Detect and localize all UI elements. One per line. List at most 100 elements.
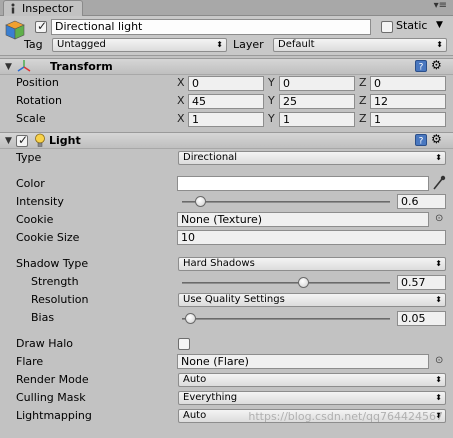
intensity-slider-thumb[interactable]	[195, 196, 207, 207]
strength-slider-track[interactable]	[182, 282, 390, 284]
bias-slider-thumb[interactable]	[184, 313, 196, 324]
tab-inspector[interactable]: Inspector	[3, 0, 83, 16]
dropdown-arrow-icon: ⬍	[435, 259, 442, 268]
object-picker-icon[interactable]: ⊙	[435, 355, 443, 366]
scale-label: Scale	[16, 112, 46, 125]
check-icon: ✓	[37, 19, 48, 33]
svg-text:?: ?	[419, 63, 424, 73]
culling-mask-label: Culling Mask	[16, 391, 86, 404]
position-z-field[interactable]: 0	[370, 76, 446, 91]
tag-dropdown[interactable]: Untagged ⬍	[52, 38, 227, 52]
strength-label: Strength	[31, 275, 79, 288]
object-name-field[interactable]: Directional light	[51, 19, 371, 35]
render-mode-value: Auto	[183, 374, 207, 385]
light-bulb-icon	[35, 133, 45, 147]
foldout-arrow-icon[interactable]: ▼	[5, 136, 12, 146]
cookie-size-field[interactable]: 10	[177, 230, 446, 245]
dropdown-arrow-icon: ⬍	[435, 153, 442, 162]
light-title: Light	[49, 134, 81, 147]
settings-gear-icon[interactable]: ⚙	[431, 58, 442, 72]
render-mode-dropdown[interactable]: Auto ⬍	[178, 373, 446, 387]
check-icon: ✓	[18, 133, 29, 147]
flare-label: Flare	[16, 355, 44, 368]
rotation-label: Rotation	[16, 94, 63, 107]
color-swatch[interactable]	[177, 176, 429, 191]
panel-menu-icon[interactable]: ▾≡	[434, 0, 447, 11]
inspector-icon	[11, 3, 15, 14]
dropdown-arrow-icon: ⬍	[435, 393, 442, 402]
axis-z-label: Z	[359, 94, 367, 107]
tab-bar: Inspector ▾≡	[0, 0, 453, 16]
resolution-dropdown[interactable]: Use Quality Settings ⬍	[178, 293, 446, 307]
object-picker-icon[interactable]: ⊙	[435, 213, 443, 224]
flare-field[interactable]: None (Flare)	[177, 354, 429, 369]
light-enabled-checkbox[interactable]: ✓	[16, 133, 29, 147]
static-checkbox[interactable]	[381, 21, 393, 33]
layer-dropdown[interactable]: Default ⬍	[273, 38, 447, 52]
dropdown-arrow-icon: ⬍	[436, 40, 443, 49]
culling-mask-dropdown[interactable]: Everything ⬍	[178, 391, 446, 405]
culling-mask-value: Everything	[183, 392, 238, 403]
eyedropper-icon[interactable]	[432, 175, 446, 191]
color-label: Color	[16, 177, 45, 190]
watermark-text: https://blog.csdn.net/qq764424567	[248, 410, 443, 423]
axis-x-label: X	[177, 76, 185, 89]
active-checkbox[interactable]: ✓	[35, 19, 48, 33]
intensity-label: Intensity	[16, 195, 64, 208]
rotation-z-field[interactable]: 12	[370, 94, 446, 109]
shadow-type-dropdown[interactable]: Hard Shadows ⬍	[178, 257, 446, 271]
static-dropdown-arrow-icon[interactable]: ▼	[436, 20, 443, 30]
intensity-slider-track[interactable]	[182, 201, 390, 203]
scale-z-field[interactable]: 1	[370, 112, 446, 127]
cookie-field[interactable]: None (Texture)	[177, 212, 429, 227]
dropdown-arrow-icon: ⬍	[435, 295, 442, 304]
lightmapping-label: Lightmapping	[16, 409, 92, 422]
strength-field[interactable]: 0.57	[397, 275, 446, 290]
type-label: Type	[16, 151, 42, 164]
help-icon[interactable]: ?	[415, 134, 427, 146]
transform-axes-icon	[17, 60, 31, 72]
shadow-type-value: Hard Shadows	[183, 258, 255, 269]
draw-halo-checkbox[interactable]	[178, 338, 190, 350]
axis-z-label: Z	[359, 112, 367, 125]
position-y-field[interactable]: 0	[279, 76, 355, 91]
render-mode-label: Render Mode	[16, 373, 89, 386]
settings-gear-icon[interactable]: ⚙	[431, 132, 442, 146]
cookie-size-label: Cookie Size	[16, 231, 80, 244]
scale-y-field[interactable]: 1	[279, 112, 355, 127]
dropdown-arrow-icon: ⬍	[216, 40, 223, 49]
static-label: Static	[396, 19, 428, 32]
axis-y-label: Y	[268, 76, 275, 89]
layer-label: Layer	[233, 38, 264, 51]
rotation-y-field[interactable]: 25	[279, 94, 355, 109]
position-label: Position	[16, 76, 59, 89]
svg-text:?: ?	[419, 137, 424, 147]
tag-value: Untagged	[57, 39, 106, 50]
strength-slider-thumb[interactable]	[298, 277, 310, 288]
intensity-field[interactable]: 0.6	[397, 194, 446, 209]
help-icon[interactable]: ?	[415, 60, 427, 72]
lightmapping-value: Auto	[183, 410, 207, 421]
rotation-x-field[interactable]: 45	[188, 94, 264, 109]
draw-halo-label: Draw Halo	[16, 337, 74, 350]
bias-label: Bias	[31, 311, 55, 324]
bias-field[interactable]: 0.05	[397, 311, 446, 326]
resolution-value: Use Quality Settings	[183, 294, 285, 305]
tab-label: Inspector	[22, 2, 74, 15]
foldout-arrow-icon[interactable]: ▼	[5, 62, 12, 72]
scale-x-field[interactable]: 1	[188, 112, 264, 127]
axis-x-label: X	[177, 112, 185, 125]
axis-z-label: Z	[359, 76, 367, 89]
cookie-label: Cookie	[16, 213, 54, 226]
shadow-type-label: Shadow Type	[16, 257, 89, 270]
transform-title: Transform	[50, 60, 113, 73]
axis-y-label: Y	[268, 94, 275, 107]
axis-y-label: Y	[268, 112, 275, 125]
gameobject-cube-icon	[5, 20, 25, 40]
resolution-label: Resolution	[31, 293, 89, 306]
type-dropdown[interactable]: Directional ⬍	[178, 151, 446, 165]
tag-label: Tag	[24, 38, 43, 51]
layer-value: Default	[278, 39, 315, 50]
position-x-field[interactable]: 0	[188, 76, 264, 91]
bias-slider-track[interactable]	[182, 318, 390, 320]
